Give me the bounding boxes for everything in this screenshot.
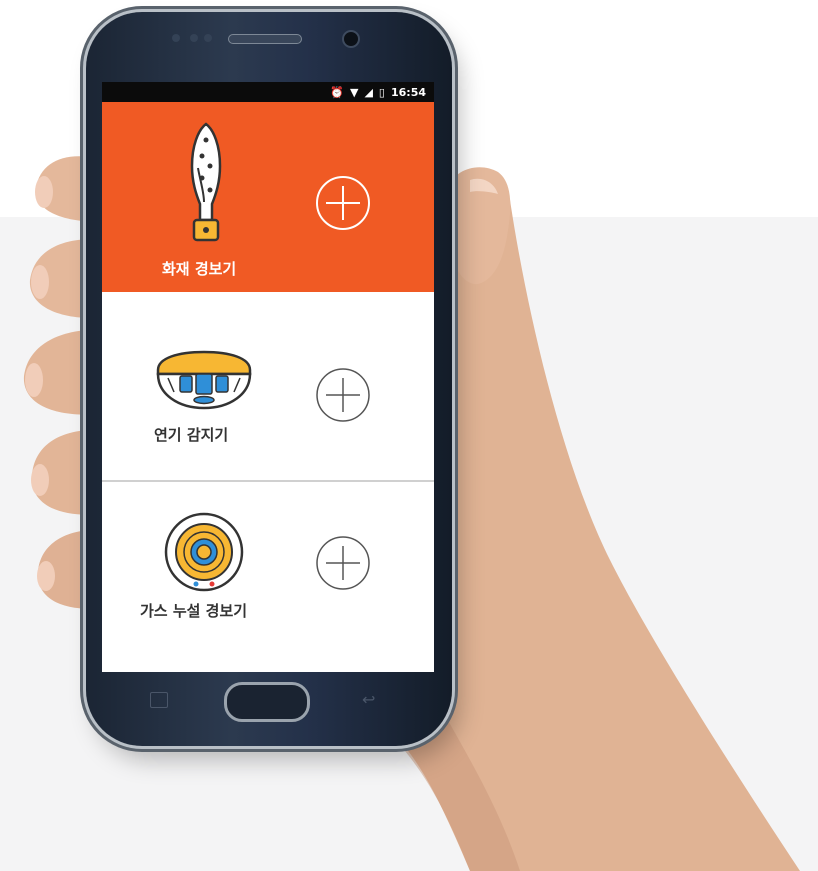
phone-screen: ⏰ ▼ ◢ ▯ 16:54 화재 경보기 연기 감지기 가스 누설 경보기 — [102, 82, 434, 672]
gas-leak-alarm-icon — [164, 512, 244, 592]
status-bar: ⏰ ▼ ◢ ▯ 16:54 — [102, 82, 434, 102]
plus-circle-icon[interactable] — [314, 366, 372, 424]
signal-icon: ◢ — [364, 85, 373, 99]
home-button[interactable] — [224, 682, 310, 722]
front-camera — [342, 30, 360, 48]
device-row-gas-leak-alarm[interactable]: 가스 누설 경보기 — [102, 482, 434, 672]
wifi-icon: ▼ — [349, 85, 359, 99]
smoke-detector-icon — [156, 350, 252, 410]
earpiece-speaker — [228, 34, 302, 44]
recent-apps-button[interactable] — [150, 692, 168, 708]
back-button[interactable]: ↩ — [362, 690, 375, 709]
sensor-dot — [190, 34, 198, 42]
battery-icon: ▯ — [378, 85, 385, 99]
fire-alarm-icon — [190, 122, 222, 242]
device-label: 가스 누설 경보기 — [140, 602, 248, 620]
device-row-fire-alarm[interactable]: 화재 경보기 — [102, 102, 434, 292]
device-row-smoke-detector[interactable]: 연기 감지기 — [102, 292, 434, 482]
plus-circle-icon[interactable] — [314, 174, 372, 232]
device-label: 화재 경보기 — [162, 260, 237, 278]
status-time: 16:54 — [390, 85, 426, 99]
sensor-dot — [204, 34, 212, 42]
alarm-clock-icon: ⏰ — [330, 85, 344, 99]
device-label: 연기 감지기 — [154, 426, 229, 444]
sensor-dot — [172, 34, 180, 42]
plus-circle-icon[interactable] — [314, 534, 372, 592]
